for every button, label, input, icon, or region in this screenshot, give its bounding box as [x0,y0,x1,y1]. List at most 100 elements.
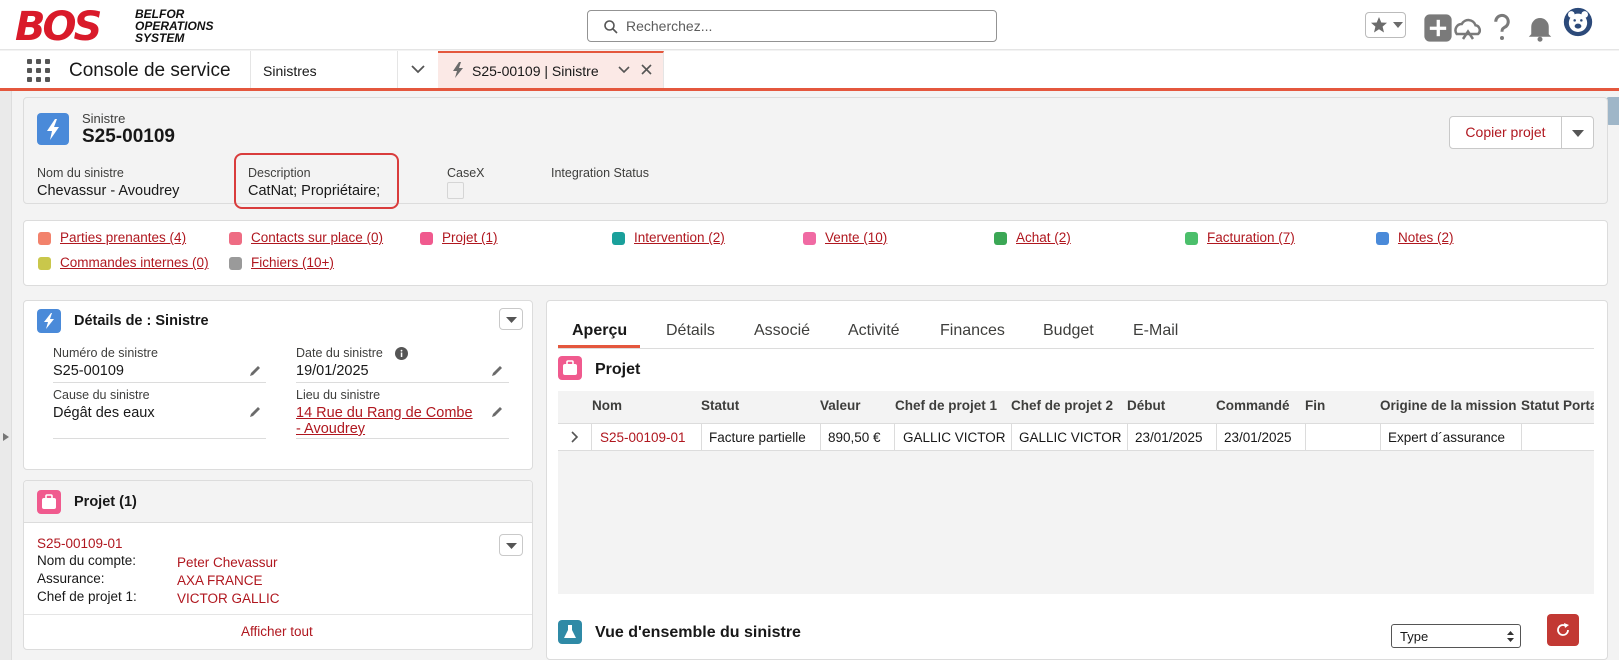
edit-pencil-icon[interactable] [248,364,262,378]
global-search[interactable] [587,10,997,42]
app-launcher-icon[interactable] [27,59,51,83]
nav-menu-button[interactable] [398,51,438,88]
cloud-icon[interactable] [1453,14,1483,44]
location-link[interactable]: 14 Rue du Rang de Combe [296,405,473,421]
active-tab-indicator [558,345,640,348]
projet-row-link[interactable]: S25-00109-01 [600,430,686,445]
chevron-down-icon [1393,22,1403,28]
quicklink-parties-prenantes[interactable]: Parties prenantes (4) [60,230,186,245]
flask-icon [558,620,582,644]
column-header[interactable]: Chef de projet 1 [895,398,997,413]
column-header[interactable]: Statut Porta [1521,398,1594,413]
column-header[interactable]: Origine de la mission [1380,398,1517,413]
chevron-down-icon[interactable] [618,66,630,74]
highlight-annotation [234,153,399,209]
field-label: Date du sinistre [296,346,383,360]
column-separator [894,424,895,450]
help-icon[interactable] [1487,13,1517,43]
quicklink-contacts[interactable]: Contacts sur place (0) [251,230,383,245]
projet-row-menu-button[interactable] [499,534,523,556]
avatar[interactable] [1563,7,1593,37]
utility-gutter[interactable] [0,91,12,660]
quicklink-achat[interactable]: Achat (2) [1016,230,1071,245]
tab-associe[interactable]: Associé [754,322,810,340]
search-input[interactable] [626,16,986,36]
star-icon [1371,17,1387,33]
quicklink-vente[interactable]: Vente (10) [825,230,887,245]
column-separator [1521,424,1522,450]
field-value: S25-00109 [53,363,124,379]
global-header: BOS BELFOR OPERATIONS SYSTEM [0,0,1619,50]
tab-apercu[interactable]: Aperçu [572,322,627,340]
briefcase-icon [37,490,61,514]
quicklink-facturation[interactable]: Facturation (7) [1207,230,1295,245]
projet-record-link[interactable]: S25-00109-01 [37,536,123,551]
table-cell: 23/01/2025 [1135,430,1203,445]
edit-pencil-icon[interactable] [248,405,262,419]
bell-icon[interactable] [1525,13,1555,43]
tabs-divider [558,348,1594,349]
column-header[interactable]: Commandé [1216,398,1290,413]
divider [296,382,509,383]
info-icon[interactable] [395,347,408,360]
column-header[interactable]: Début [1127,398,1165,413]
account-link[interactable]: Peter Chevassur [177,555,278,570]
chevron-down-icon [411,65,425,74]
tab-finances[interactable]: Finances [940,322,1005,340]
column-header[interactable]: Nom [592,398,622,413]
edit-pencil-icon[interactable] [490,405,504,419]
edit-pencil-icon[interactable] [490,364,504,378]
column-separator [820,424,821,450]
orders-icon [38,257,51,270]
field-value: CatNat; Propriétaire; [248,183,381,199]
refresh-button[interactable] [1547,614,1579,646]
tab-details[interactable]: Détails [666,322,715,340]
column-separator [591,424,592,450]
projet-field-label: Assurance: [37,571,105,586]
chevron-right-icon[interactable] [571,431,579,443]
overview-section-title: Vue d'ensemble du sinistre [595,624,801,641]
quicklink-fichiers[interactable]: Fichiers (10+) [251,255,334,270]
favorites-button[interactable] [1365,12,1406,38]
quicklink-commandes[interactable]: Commandes internes (0) [60,255,209,270]
workspace-tab-record[interactable]: S25-00109 | Sinistre [438,51,664,88]
logo-text: BOS [15,4,102,50]
nav-bar: Console de service Sinistres S25-00109 |… [0,51,1619,91]
table-cell: 23/01/2025 [1224,430,1292,445]
details-menu-button[interactable] [499,308,523,330]
field-label: Numéro de sinistre [53,346,158,360]
nav-object-tab[interactable]: Sinistres [250,51,398,88]
field-value: 19/01/2025 [296,363,369,379]
projet-field-label: Chef de projet 1: [37,589,137,604]
files-icon [229,257,242,270]
quicklink-projet[interactable]: Projet (1) [442,230,498,245]
notes-icon [1376,232,1389,245]
view-all-link[interactable]: Afficher tout [241,624,313,639]
tab-email[interactable]: E-Mail [1133,322,1178,340]
column-header[interactable]: Fin [1305,398,1325,413]
stakeholders-icon [38,232,51,245]
add-icon[interactable] [1423,13,1453,43]
field-label: Description [248,166,311,180]
projet-field-label: Nom du compte: [37,553,137,568]
column-header[interactable]: Chef de projet 2 [1011,398,1113,413]
column-header[interactable]: Statut [701,398,739,413]
copy-project-button[interactable]: Copier projet [1449,116,1562,149]
tab-budget[interactable]: Budget [1043,322,1094,340]
actions-menu-button[interactable] [1561,116,1594,149]
type-select[interactable]: Type [1391,624,1521,648]
bos-logo[interactable]: BOS BELFOR OPERATIONS SYSTEM [15,5,225,49]
record-type-label: Sinistre [82,111,126,126]
purchase-icon [994,232,1007,245]
projet-section-title: Projet [595,361,641,378]
close-icon[interactable] [641,64,652,75]
column-header[interactable]: Valeur [820,398,861,413]
tab-activite[interactable]: Activité [848,322,900,340]
project-manager-link[interactable]: VICTOR GALLIC [177,591,280,606]
type-select-value: Type [1400,629,1429,644]
quicklink-notes[interactable]: Notes (2) [1398,230,1454,245]
chevron-down-icon [506,317,517,323]
quicklink-intervention[interactable]: Intervention (2) [634,230,725,245]
insurance-link[interactable]: AXA FRANCE [177,573,263,588]
location-link-cont[interactable]: - Avoudrey [296,421,365,437]
